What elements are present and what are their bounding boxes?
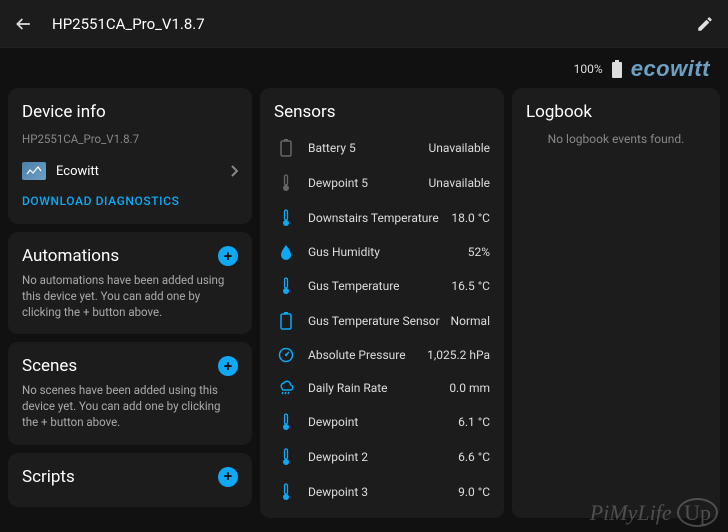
sensor-value: 6.1 °C — [458, 415, 490, 429]
sensor-row[interactable]: Dewpoint 3 9.0 °C — [274, 476, 490, 508]
battery-percent: 100% — [574, 62, 603, 76]
battery-icon — [274, 312, 298, 330]
device-info-title: Device info — [22, 102, 238, 122]
sensor-row[interactable]: Dewpoint 5 Unavailable — [274, 167, 490, 199]
thermo-icon — [274, 483, 298, 501]
automations-empty-text: No automations have been added using thi… — [22, 272, 238, 320]
rain-icon — [274, 380, 298, 396]
pencil-icon — [696, 15, 714, 33]
sensor-label: Downstairs Temperature — [308, 211, 451, 225]
scripts-card: Scripts + — [8, 453, 252, 507]
add-script-button[interactable]: + — [218, 467, 238, 487]
sensors-title: Sensors — [274, 102, 490, 122]
sensor-row[interactable]: Daily Rain Rate 0.0 mm — [274, 373, 490, 403]
device-info-card: Device info HP2551CA_Pro_V1.8.7 Ecowitt … — [8, 88, 252, 224]
sensor-label: Dewpoint 3 — [308, 485, 458, 499]
thermo-icon — [274, 174, 298, 192]
sensor-row[interactable]: Gus Temperature Sensor Normal — [274, 305, 490, 337]
sensor-row[interactable]: Battery 5 Unavailable — [274, 132, 490, 164]
sensor-value: Normal — [451, 314, 490, 328]
sensor-row[interactable]: Gus Temperature 16.5 °C — [274, 270, 490, 302]
sensor-value: 6.6 °C — [458, 450, 490, 464]
sensors-card: Sensors Battery 5 Unavailable Dewpoint 5… — [260, 88, 504, 518]
thermo-icon — [274, 209, 298, 227]
logbook-title: Logbook — [526, 102, 706, 122]
sensor-label: Absolute Pressure — [308, 348, 427, 362]
vendor-row[interactable]: Ecowitt — [22, 156, 238, 186]
brand-logo: ecowitt — [631, 56, 710, 82]
topbar: HP2551CA_Pro_V1.8.7 — [0, 0, 728, 48]
sensor-value: Unavailable — [429, 141, 490, 155]
sensor-label: Gus Temperature Sensor — [308, 314, 451, 328]
scripts-title: Scripts — [22, 467, 75, 487]
battery-icon — [274, 139, 298, 157]
scenes-card: Scenes + No scenes have been added using… — [8, 342, 252, 444]
logbook-card: Logbook No logbook events found. — [512, 88, 720, 518]
sensor-value: 52% — [468, 245, 490, 259]
device-info-subtitle: HP2551CA_Pro_V1.8.7 — [22, 132, 238, 146]
add-automation-button[interactable]: + — [218, 246, 238, 266]
sensor-value: 0.0 mm — [449, 381, 490, 395]
edit-button[interactable] — [696, 15, 714, 33]
scenes-title: Scenes — [22, 356, 77, 376]
sensor-value: 18.0 °C — [451, 211, 490, 225]
sensor-value: 16.5 °C — [451, 279, 490, 293]
sensor-value: Unavailable — [429, 176, 490, 190]
status-bar: 100% ecowitt — [0, 48, 728, 88]
sensor-row[interactable]: Gus Humidity 52% — [274, 237, 490, 267]
arrow-left-icon — [14, 14, 34, 34]
sensor-value: 9.0 °C — [458, 485, 490, 499]
sensor-label: Dewpoint — [308, 415, 458, 429]
sensor-row[interactable]: Absolute Pressure 1,025.2 hPa — [274, 340, 490, 370]
download-diagnostics-button[interactable]: DOWNLOAD DIAGNOSTICS — [22, 186, 238, 210]
thermo-icon — [274, 277, 298, 295]
sensor-row[interactable]: Dewpoint 6.1 °C — [274, 406, 490, 438]
vendor-name: Ecowitt — [56, 164, 220, 179]
scenes-empty-text: No scenes have been added using this dev… — [22, 382, 238, 430]
battery-icon — [611, 60, 623, 78]
drop-icon — [274, 244, 298, 260]
thermo-icon — [274, 413, 298, 431]
sensor-label: Gus Humidity — [308, 245, 468, 259]
sensor-label: Dewpoint 2 — [308, 450, 458, 464]
sensor-row[interactable]: Downstairs Temperature 18.0 °C — [274, 202, 490, 234]
logbook-empty-text: No logbook events found. — [526, 132, 706, 146]
sensor-label: Gus Temperature — [308, 279, 451, 293]
sensor-label: Battery 5 — [308, 141, 429, 155]
thermo-icon — [274, 448, 298, 466]
sensor-label: Dewpoint 5 — [308, 176, 429, 190]
gauge-icon — [274, 347, 298, 363]
sensor-label: Daily Rain Rate — [308, 381, 449, 395]
automations-title: Automations — [22, 246, 119, 266]
page-title: HP2551CA_Pro_V1.8.7 — [52, 15, 696, 33]
sensor-value: 1,025.2 hPa — [427, 348, 490, 362]
automations-card: Automations + No automations have been a… — [8, 232, 252, 334]
back-button[interactable] — [14, 14, 34, 34]
ecowitt-logo-icon — [22, 162, 46, 180]
chevron-right-icon — [230, 165, 238, 177]
sensor-row[interactable]: Dewpoint 2 6.6 °C — [274, 441, 490, 473]
add-scene-button[interactable]: + — [218, 356, 238, 376]
